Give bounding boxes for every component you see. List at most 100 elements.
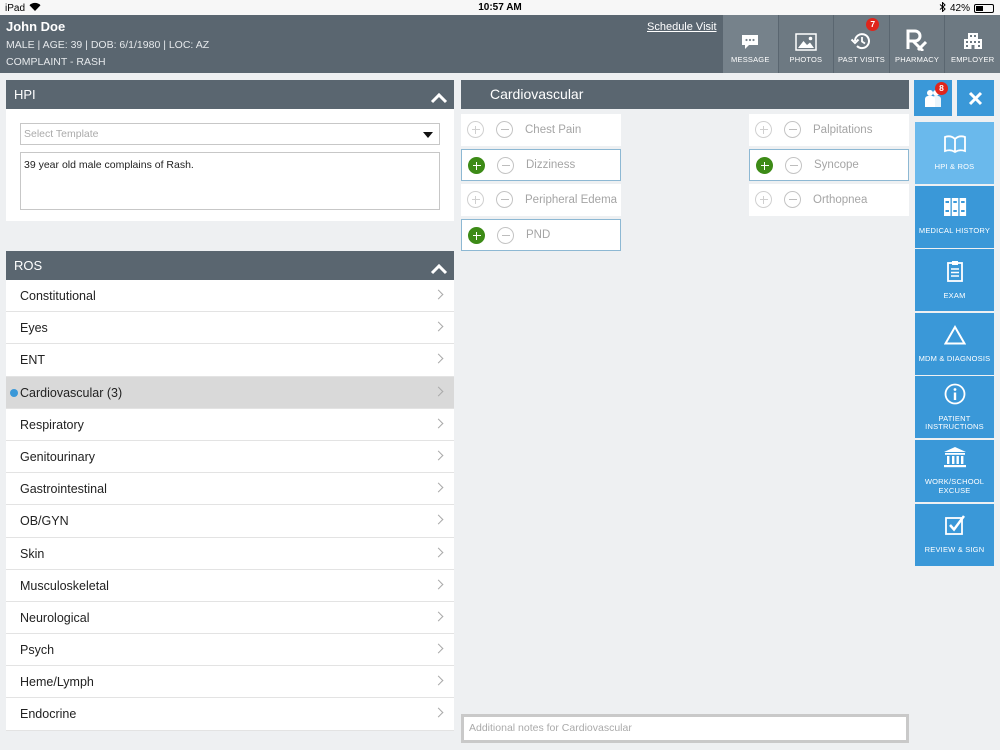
ros-item-label: Respiratory <box>20 417 84 432</box>
nav-review-sign[interactable]: REVIEW & SIGN <box>915 503 994 566</box>
ros-item[interactable]: Genitourinary <box>6 440 454 474</box>
symptom-item[interactable]: PND <box>461 219 621 251</box>
ros-header[interactable]: ROS <box>6 251 454 280</box>
nav-work-school-excuse[interactable]: WORK/SCHOOL EXCUSE <box>915 439 994 502</box>
ros-item-label: Eyes <box>20 321 48 336</box>
ros-item[interactable]: Heme/Lymph <box>6 666 454 699</box>
patient-demographics: MALE | AGE: 39 | DOB: 6/1/1980 | LOC: AZ <box>6 39 210 51</box>
add-positive-icon[interactable] <box>467 121 484 138</box>
ros-item[interactable]: Psych <box>6 634 454 667</box>
ros-item-label: Heme/Lymph <box>20 675 94 690</box>
symptom-item[interactable]: Chest Pain <box>461 114 621 146</box>
ros-item[interactable]: Neurological <box>6 601 454 635</box>
symptom-item[interactable]: Syncope <box>749 149 909 181</box>
chevron-right-icon <box>433 611 444 622</box>
employer-button[interactable]: EMPLOYER <box>944 15 1000 73</box>
symptom-item[interactable]: Dizziness <box>461 149 621 181</box>
nav-mdm-diagnosis-label: MDM & DIAGNOSIS <box>918 353 991 363</box>
add-negative-icon[interactable] <box>496 191 513 208</box>
nav-medical-history[interactable]: MEDICAL HISTORY <box>915 185 994 248</box>
history-icon <box>850 31 872 51</box>
ros-item-label: Gastrointestinal <box>20 482 107 497</box>
nav-patient-instructions-label: PATIENT INSTRUCTIONS <box>925 413 984 432</box>
add-negative-icon[interactable] <box>497 157 514 174</box>
chevron-right-icon <box>433 643 444 654</box>
pharmacy-label: PHARMACY <box>895 55 940 64</box>
add-positive-icon[interactable] <box>755 191 772 208</box>
symptom-label: Syncope <box>814 159 859 171</box>
participants-button[interactable]: 8 <box>914 80 952 116</box>
hpi-header[interactable]: HPI <box>6 80 454 109</box>
nav-mdm-diagnosis[interactable]: MDM & DIAGNOSIS <box>915 312 994 375</box>
employer-label: EMPLOYER <box>951 55 995 64</box>
add-negative-icon[interactable] <box>785 157 802 174</box>
add-negative-icon[interactable] <box>497 227 514 244</box>
nav-patient-instructions[interactable]: PATIENT INSTRUCTIONS <box>915 376 994 439</box>
battery-icon <box>974 4 994 13</box>
symptom-label: PND <box>526 229 551 241</box>
close-icon <box>968 91 983 111</box>
add-positive-icon[interactable] <box>468 157 485 174</box>
ros-title: ROS <box>14 258 43 273</box>
chevron-right-icon <box>433 450 444 461</box>
ros-item[interactable]: Cardiovascular (3) <box>6 376 454 409</box>
ros-list: Constitutional Eyes ENT Cardiovascular (3) R… <box>6 280 454 731</box>
schedule-visit-link[interactable]: Schedule Visit <box>647 21 717 33</box>
symptom-item[interactable]: Peripheral Edema <box>461 184 621 216</box>
ros-item-label: OB/GYN <box>20 514 69 529</box>
ros-item-label: Skin <box>20 546 45 561</box>
ros-item[interactable]: Eyes <box>6 312 454 345</box>
info-icon <box>944 383 966 410</box>
symptom-label: Palpitations <box>813 124 873 136</box>
chevron-right-icon <box>433 482 444 493</box>
nav-hpi-ros[interactable]: HPI & ROS <box>915 122 994 184</box>
nav-review-sign-label: REVIEW & SIGN <box>924 545 985 555</box>
symptom-label: Orthopnea <box>813 194 868 206</box>
add-negative-icon[interactable] <box>496 121 513 138</box>
ros-item[interactable]: Skin <box>6 537 454 570</box>
ros-item[interactable]: Constitutional <box>6 280 454 313</box>
add-negative-icon[interactable] <box>784 191 801 208</box>
message-button[interactable]: MESSAGE <box>722 15 778 73</box>
dropdown-caret-icon <box>423 132 433 138</box>
chevron-right-icon <box>433 386 444 397</box>
photos-button[interactable]: PHOTOS <box>777 15 834 73</box>
close-button[interactable] <box>957 80 994 116</box>
add-positive-icon[interactable] <box>468 227 485 244</box>
message-label: MESSAGE <box>731 55 770 64</box>
binders-icon <box>943 197 967 222</box>
ros-item[interactable]: Respiratory <box>6 408 454 441</box>
ros-item[interactable]: Musculoskeletal <box>6 569 454 602</box>
add-positive-icon[interactable] <box>467 191 484 208</box>
patient-header: John Doe MALE | AGE: 39 | DOB: 6/1/1980 … <box>0 15 1000 73</box>
chevron-right-icon <box>433 418 444 429</box>
ros-item[interactable]: Gastrointestinal <box>6 473 454 506</box>
nav-exam[interactable]: EXAM <box>915 249 994 312</box>
book-icon <box>943 135 967 158</box>
hpi-title: HPI <box>14 87 36 102</box>
add-positive-icon[interactable] <box>755 121 772 138</box>
past-visits-button[interactable]: 7 PAST VISITS <box>833 15 889 73</box>
cardiovascular-header: Cardiovascular <box>461 80 909 109</box>
bluetooth-icon <box>939 1 946 15</box>
nav-exam-label: EXAM <box>943 290 966 300</box>
add-positive-icon[interactable] <box>756 157 773 174</box>
chevron-right-icon <box>433 707 444 718</box>
ros-item[interactable]: ENT <box>6 344 454 377</box>
symptom-label: Peripheral Edema <box>525 194 618 206</box>
ros-item[interactable]: OB/GYN <box>6 505 454 538</box>
symptom-item[interactable]: Palpitations <box>749 114 909 146</box>
add-negative-icon[interactable] <box>784 121 801 138</box>
chevron-right-icon <box>433 514 444 525</box>
pharmacy-button[interactable]: PHARMACY <box>888 15 945 73</box>
cardiovascular-notes-input[interactable]: Additional notes for Cardiovascular <box>461 714 909 743</box>
template-select[interactable]: Select Template <box>20 123 440 145</box>
rx-icon <box>905 29 929 51</box>
past-visits-label: PAST VISITS <box>838 55 885 64</box>
nav-work-school-excuse-label: WORK/SCHOOL EXCUSE <box>924 477 985 495</box>
symptom-item[interactable]: Orthopnea <box>749 184 909 216</box>
hpi-text-field[interactable]: 39 year old male complains of Rash. <box>20 152 440 210</box>
ros-item[interactable]: Endocrine <box>6 698 454 731</box>
template-select-placeholder: Select Template <box>24 128 99 140</box>
nav-medical-history-label: MEDICAL HISTORY <box>918 226 991 236</box>
